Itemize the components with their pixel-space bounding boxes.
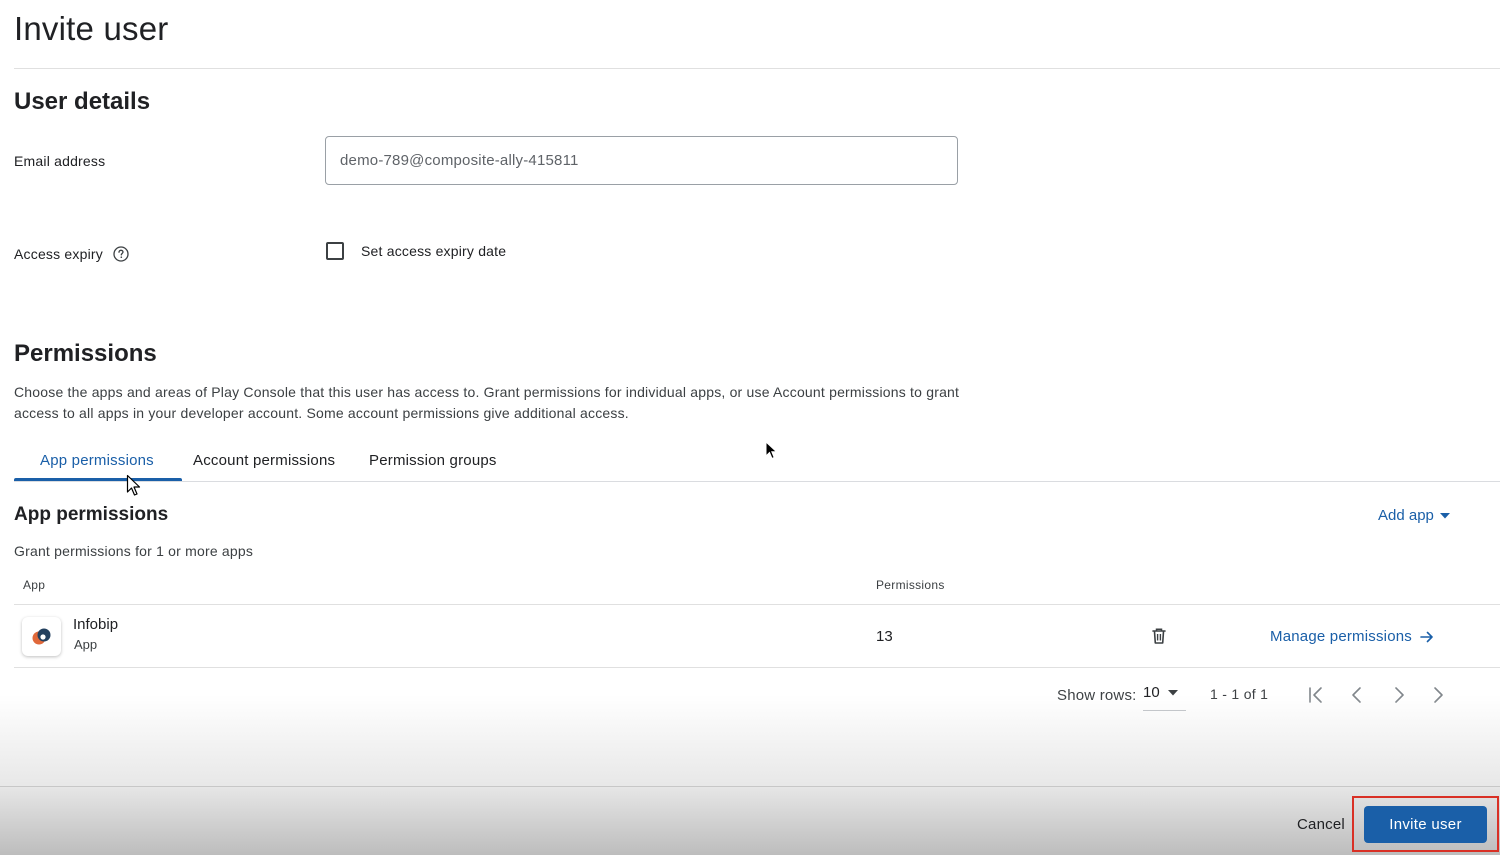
app-type: App bbox=[74, 637, 98, 652]
rows-per-page-value: 10 bbox=[1143, 684, 1160, 701]
first-page-icon[interactable] bbox=[1305, 684, 1327, 706]
pagination-range: 1 - 1 of 1 bbox=[1210, 686, 1269, 702]
permissions-tabs: App permissions Account permissions Perm… bbox=[14, 440, 1500, 482]
manage-permissions-link[interactable]: Manage permissions bbox=[1270, 628, 1434, 645]
access-expiry-checkbox[interactable] bbox=[326, 242, 344, 260]
permission-count: 13 bbox=[876, 628, 893, 645]
show-rows-label: Show rows: bbox=[1057, 687, 1137, 704]
access-expiry-checkbox-label[interactable]: Set access expiry date bbox=[361, 243, 506, 259]
table-row-divider bbox=[14, 667, 1500, 668]
previous-page-icon[interactable] bbox=[1346, 684, 1368, 706]
access-expiry-label: Access expiry bbox=[14, 246, 129, 265]
table-header-divider bbox=[14, 604, 1500, 605]
footer-bar: Cancel Invite user bbox=[0, 786, 1500, 855]
title-divider bbox=[14, 68, 1500, 69]
caret-down-icon bbox=[1167, 690, 1178, 696]
trash-icon[interactable] bbox=[1151, 627, 1167, 650]
add-app-button[interactable]: Add app bbox=[1378, 507, 1450, 524]
app-permissions-hint: Grant permissions for 1 or more apps bbox=[14, 543, 254, 559]
help-icon[interactable] bbox=[113, 246, 129, 265]
last-page-icon[interactable] bbox=[1427, 684, 1449, 706]
tab-account-permissions[interactable]: Account permissions bbox=[193, 452, 335, 469]
permissions-description: Choose the apps and areas of Play Consol… bbox=[14, 384, 960, 421]
column-header-app: App bbox=[23, 578, 46, 592]
app-permissions-title: App permissions bbox=[14, 504, 169, 525]
cancel-button[interactable]: Cancel bbox=[1297, 816, 1345, 833]
column-header-permissions: Permissions bbox=[876, 578, 945, 592]
caret-down-icon bbox=[1439, 512, 1450, 518]
access-expiry-label-text: Access expiry bbox=[14, 246, 103, 263]
email-field[interactable] bbox=[325, 136, 958, 185]
infobip-app-icon bbox=[22, 617, 61, 656]
invite-user-button[interactable]: Invite user bbox=[1364, 806, 1487, 843]
add-app-label: Add app bbox=[1378, 507, 1434, 524]
arrow-right-icon bbox=[1420, 631, 1433, 642]
tab-permission-groups[interactable]: Permission groups bbox=[369, 452, 497, 469]
active-tab-indicator bbox=[14, 478, 182, 481]
page-title: Invite user bbox=[14, 10, 169, 47]
email-label: Email address bbox=[14, 153, 106, 169]
rows-per-page-select[interactable]: 10 bbox=[1143, 684, 1186, 711]
tab-app-permissions[interactable]: App permissions bbox=[40, 452, 154, 469]
manage-permissions-label: Manage permissions bbox=[1270, 628, 1412, 645]
next-page-icon[interactable] bbox=[1388, 684, 1410, 706]
footer-fade bbox=[0, 695, 1500, 790]
permissions-title: Permissions bbox=[14, 340, 157, 367]
app-name[interactable]: Infobip bbox=[73, 616, 118, 633]
user-details-title: User details bbox=[14, 88, 151, 115]
